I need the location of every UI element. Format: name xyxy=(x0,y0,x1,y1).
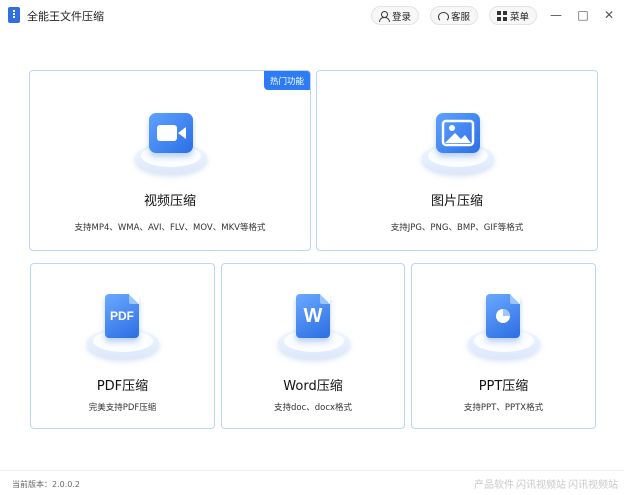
footer-divider xyxy=(0,470,624,471)
video-camera-icon xyxy=(131,109,211,177)
user-icon xyxy=(378,10,390,22)
app-logo-icon xyxy=(8,7,20,23)
pdf-compress-card[interactable]: PDF PDF压缩 完美支持PDF压缩 xyxy=(30,263,215,429)
menu-button[interactable]: 菜单 xyxy=(489,6,537,25)
image-compress-card[interactable]: 图片压缩 支持JPG、PNG、BMP、GIF等格式 xyxy=(316,70,598,251)
minimize-button[interactable]: — xyxy=(547,6,565,24)
ppt-compress-card[interactable]: PPT压缩 支持PPT、PPTX格式 xyxy=(411,263,596,429)
pdf-icon-label: PDF xyxy=(105,294,139,338)
pdf-file-icon: PDF xyxy=(83,294,163,362)
pdf-card-desc: 完美支持PDF压缩 xyxy=(88,403,157,413)
video-card-title: 视频压缩 xyxy=(143,194,196,209)
ppt-pie-glyph xyxy=(486,294,520,338)
video-card-desc: 支持MP4、WMA、AVI、FLV、MOV、MKV等格式 xyxy=(74,223,266,233)
word-compress-card[interactable]: W Word压缩 支持doc、docx格式 xyxy=(221,263,405,429)
customer-service-button[interactable]: 客服 xyxy=(430,6,478,25)
headset-icon xyxy=(437,11,449,22)
image-icon xyxy=(418,109,498,177)
pdf-card-title: PDF压缩 xyxy=(96,379,149,394)
image-card-title: 图片压缩 xyxy=(430,194,483,209)
close-button[interactable]: ✕ xyxy=(600,6,618,24)
word-card-title: Word压缩 xyxy=(283,379,343,394)
title-bar: 全能王文件压缩 登录 客服 菜单 — □ ✕ xyxy=(0,0,624,30)
version-text: 当前版本：2.0.0.2 xyxy=(12,480,80,489)
watermark-left: 产品软件 xyxy=(474,480,514,491)
word-icon-label: W xyxy=(296,294,330,338)
login-button[interactable]: 登录 xyxy=(371,6,419,25)
hot-feature-badge: 热门功能 xyxy=(263,71,310,90)
login-label: 登录 xyxy=(391,11,411,23)
image-card-desc: 支持JPG、PNG、BMP、GIF等格式 xyxy=(390,223,524,233)
grid-menu-icon xyxy=(496,10,507,21)
maximize-button[interactable]: □ xyxy=(574,6,592,24)
service-label: 客服 xyxy=(450,11,470,23)
menu-label: 菜单 xyxy=(509,11,529,23)
word-file-icon: W xyxy=(274,294,354,362)
watermark-mid: 闪讯视频站 xyxy=(516,480,566,491)
ppt-file-icon xyxy=(464,294,544,362)
watermark-right: 闪讯视频站 xyxy=(568,480,618,491)
ppt-card-desc: 支持PPT、PPTX格式 xyxy=(463,403,544,413)
app-window: 全能王文件压缩 登录 客服 菜单 — □ ✕ 热门功能 视频压缩 支持MP4、W… xyxy=(0,0,624,495)
ppt-card-title: PPT压缩 xyxy=(478,379,529,394)
video-compress-card[interactable]: 热门功能 视频压缩 支持MP4、WMA、AVI、FLV、MOV、MKV等格式 xyxy=(29,70,311,251)
word-card-desc: 支持doc、docx格式 xyxy=(273,403,353,413)
app-title: 全能王文件压缩 xyxy=(27,10,104,23)
